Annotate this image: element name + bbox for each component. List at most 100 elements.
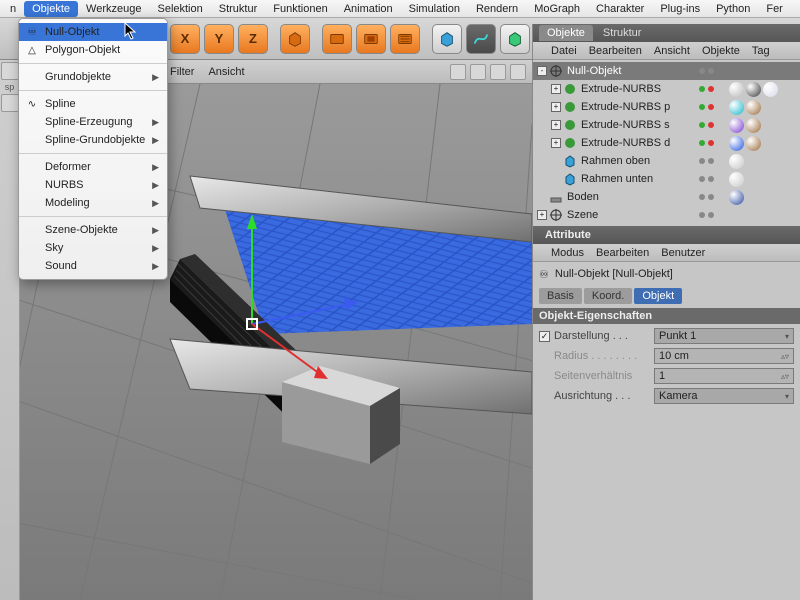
- object-tree[interactable]: -Null-Objekt+Extrude-NURBS+Extrude-NURBS…: [533, 60, 800, 226]
- visibility-dot[interactable]: [708, 104, 714, 110]
- menu-sound[interactable]: Sound▶: [19, 257, 167, 275]
- menu-funktionen[interactable]: Funktionen: [265, 1, 335, 17]
- menu-objekte[interactable]: Objekte: [24, 1, 78, 17]
- menu-python[interactable]: Python: [708, 1, 758, 17]
- tree-row[interactable]: Rahmen oben: [533, 152, 800, 170]
- tab-objekte[interactable]: Objekte: [539, 25, 593, 41]
- menu-spline-erzeugung[interactable]: Spline-Erzeugung▶: [19, 113, 167, 131]
- material-tag-icon[interactable]: [729, 82, 744, 97]
- tree-expand-toggle[interactable]: +: [551, 138, 561, 148]
- viewport-nav-icon[interactable]: [490, 64, 506, 80]
- visibility-dot[interactable]: [699, 194, 705, 200]
- visibility-dot[interactable]: [708, 140, 714, 146]
- material-tag-icon[interactable]: [729, 100, 744, 115]
- viewport-nav-icon[interactable]: [510, 64, 526, 80]
- menu-werkzeuge[interactable]: Werkzeuge: [78, 1, 149, 17]
- darstellung-dropdown[interactable]: Punkt 1▾: [654, 328, 794, 344]
- axis-z-button[interactable]: Z: [238, 24, 268, 54]
- tree-row[interactable]: +Extrude-NURBS d: [533, 134, 800, 152]
- menu-selektion[interactable]: Selektion: [149, 1, 210, 17]
- tree-expand-toggle[interactable]: +: [551, 120, 561, 130]
- tree-row[interactable]: -Null-Objekt: [533, 62, 800, 80]
- viewport-nav-icon[interactable]: [470, 64, 486, 80]
- primitive-button[interactable]: [432, 24, 462, 54]
- menu-item[interactable]: n: [2, 1, 24, 17]
- menu-szene-objekte[interactable]: Szene-Objekte▶: [19, 221, 167, 239]
- objmenu-ansicht[interactable]: Ansicht: [654, 45, 690, 57]
- menu-spline[interactable]: ∿Spline: [19, 95, 167, 113]
- tree-row[interactable]: +Szene: [533, 206, 800, 224]
- visibility-dot[interactable]: [708, 176, 714, 182]
- attrmenu-modus[interactable]: Modus: [551, 247, 584, 259]
- attrmenu-bearbeiten[interactable]: Bearbeiten: [596, 247, 649, 259]
- material-tag-icon[interactable]: [746, 82, 761, 97]
- menu-rendern[interactable]: Rendern: [468, 1, 526, 17]
- tree-expand-toggle[interactable]: +: [537, 210, 547, 220]
- render-settings-button[interactable]: [390, 24, 420, 54]
- attr-tab-basis[interactable]: Basis: [539, 288, 582, 304]
- menu-sky[interactable]: Sky▶: [19, 239, 167, 257]
- tree-row[interactable]: +Extrude-NURBS: [533, 80, 800, 98]
- cube-tool-button[interactable]: [280, 24, 310, 54]
- axis-x-button[interactable]: X: [170, 24, 200, 54]
- objmenu-tags[interactable]: Tag: [752, 45, 770, 57]
- menu-charakter[interactable]: Charakter: [588, 1, 652, 17]
- menu-modeling[interactable]: Modeling▶: [19, 194, 167, 212]
- attr-tab-koord[interactable]: Koord.: [584, 288, 632, 304]
- visibility-dot[interactable]: [699, 140, 705, 146]
- tree-expand-toggle[interactable]: +: [551, 102, 561, 112]
- tree-row[interactable]: Rahmen unten: [533, 170, 800, 188]
- menu-plugins[interactable]: Plug-ins: [652, 1, 708, 17]
- menu-null-objekt[interactable]: ♾ Null-Objekt: [19, 23, 167, 41]
- render-region-button[interactable]: [356, 24, 386, 54]
- axis-y-button[interactable]: Y: [204, 24, 234, 54]
- material-tag-icon[interactable]: [729, 118, 744, 133]
- visibility-dot[interactable]: [699, 68, 705, 74]
- menu-mograph[interactable]: MoGraph: [526, 1, 588, 17]
- viewbar-filter[interactable]: Filter: [170, 66, 194, 78]
- visibility-dot[interactable]: [699, 104, 705, 110]
- material-tag-icon[interactable]: [746, 136, 761, 151]
- visibility-dot[interactable]: [699, 212, 705, 218]
- visibility-dot[interactable]: [708, 122, 714, 128]
- menu-more[interactable]: Fer: [758, 1, 791, 17]
- objmenu-datei[interactable]: Datei: [551, 45, 577, 57]
- material-tag-icon[interactable]: [729, 154, 744, 169]
- menu-deformer[interactable]: Deformer▶: [19, 158, 167, 176]
- tree-expand-toggle[interactable]: -: [537, 66, 547, 76]
- left-tool[interactable]: [1, 62, 19, 80]
- material-tag-icon[interactable]: [746, 100, 761, 115]
- menu-simulation[interactable]: Simulation: [401, 1, 468, 17]
- render-button[interactable]: [322, 24, 352, 54]
- visibility-dot[interactable]: [708, 194, 714, 200]
- visibility-dot[interactable]: [699, 176, 705, 182]
- nurbs-tool-button[interactable]: [500, 24, 530, 54]
- tree-row[interactable]: Boden: [533, 188, 800, 206]
- visibility-dot[interactable]: [708, 212, 714, 218]
- objmenu-objekte[interactable]: Objekte: [702, 45, 740, 57]
- menu-nurbs[interactable]: NURBS▶: [19, 176, 167, 194]
- attrmenu-benutzer[interactable]: Benutzer: [661, 247, 705, 259]
- attr-tab-objekt[interactable]: Objekt: [634, 288, 682, 304]
- viewbar-ansicht[interactable]: Ansicht: [208, 66, 244, 78]
- ausrichtung-dropdown[interactable]: Kamera▾: [654, 388, 794, 404]
- material-tag-icon[interactable]: [729, 136, 744, 151]
- tree-row[interactable]: +Extrude-NURBS s: [533, 116, 800, 134]
- material-tag-icon[interactable]: [729, 190, 744, 205]
- visibility-dot[interactable]: [708, 86, 714, 92]
- visibility-dot[interactable]: [699, 86, 705, 92]
- menu-polygon-objekt[interactable]: △ Polygon-Objekt: [19, 41, 167, 59]
- material-tag-icon[interactable]: [746, 118, 761, 133]
- menu-animation[interactable]: Animation: [336, 1, 401, 17]
- tab-struktur[interactable]: Struktur: [595, 25, 650, 41]
- tree-expand-toggle[interactable]: +: [551, 84, 561, 94]
- menu-spline-grundobjekte[interactable]: Spline-Grundobjekte▶: [19, 131, 167, 149]
- visibility-dot[interactable]: [699, 122, 705, 128]
- visibility-dot[interactable]: [708, 158, 714, 164]
- tree-row[interactable]: +Extrude-NURBS p: [533, 98, 800, 116]
- material-tag-icon[interactable]: [763, 82, 778, 97]
- objmenu-bearbeiten[interactable]: Bearbeiten: [589, 45, 642, 57]
- visibility-dot[interactable]: [699, 158, 705, 164]
- left-tool[interactable]: [1, 94, 19, 112]
- spline-tool-button[interactable]: [466, 24, 496, 54]
